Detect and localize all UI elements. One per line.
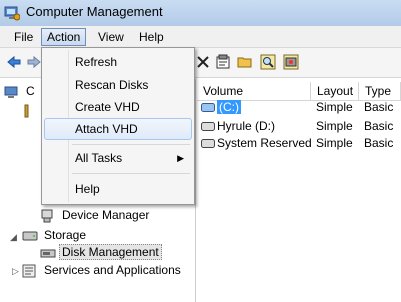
action-menu-dropdown: Refresh Rescan Disks Create VHD Attach V… xyxy=(41,47,195,205)
menu-file[interactable]: File xyxy=(9,28,38,46)
volume-name: (C:) xyxy=(217,100,241,114)
system-tools-icon xyxy=(24,104,29,118)
tree-node-system-tools[interactable] xyxy=(22,101,41,119)
tree-label-disk-management: Disk Management xyxy=(59,244,162,260)
volume-layout: Simple xyxy=(316,136,353,150)
computer-management-icon xyxy=(4,6,20,21)
properties-icon[interactable] xyxy=(215,54,231,70)
forward-arrow-icon[interactable] xyxy=(26,54,42,70)
menu-item-attach-vhd[interactable]: Attach VHD xyxy=(44,118,192,140)
volume-disk-icon xyxy=(201,139,215,149)
volume-layout: Simple xyxy=(316,119,353,133)
menu-action[interactable]: Action xyxy=(41,28,87,46)
table-row[interactable]: System Reserved Simple Basic xyxy=(197,135,401,151)
menu-item-rescan-disks[interactable]: Rescan Disks xyxy=(44,74,192,96)
computer-management-icon xyxy=(4,86,18,98)
tree-item-services-and-applications[interactable]: Services and Applications xyxy=(22,261,184,279)
tree-item-storage[interactable]: Storage xyxy=(22,226,89,244)
services-applications-icon xyxy=(22,264,36,278)
back-arrow-icon[interactable] xyxy=(6,54,22,70)
volume-disk-icon xyxy=(201,122,215,132)
storage-collapse-icon[interactable]: ◢ xyxy=(10,232,17,243)
submenu-arrow-icon: ▶ xyxy=(177,153,184,163)
title-bar: Computer Management xyxy=(0,0,401,26)
tree-item-device-manager[interactable]: Device Manager xyxy=(40,206,152,224)
tree-root[interactable]: C xyxy=(4,82,38,100)
menu-separator xyxy=(72,144,190,145)
menu-help[interactable]: Help xyxy=(134,28,169,46)
tree-label-services-and-applications: Services and Applications xyxy=(44,263,181,277)
open-folder-icon[interactable] xyxy=(237,54,253,70)
tree-item-disk-management[interactable]: Disk Management xyxy=(40,243,162,261)
volume-type: Basic xyxy=(364,100,394,114)
storage-icon xyxy=(22,231,38,241)
menu-item-help[interactable]: Help xyxy=(44,178,192,200)
volume-name: Hyrule (D:) xyxy=(217,119,276,133)
menu-view[interactable]: View xyxy=(93,28,129,46)
table-row[interactable]: Hyrule (D:) Simple Basic xyxy=(197,118,401,134)
volume-type: Basic xyxy=(364,136,394,150)
device-manager-icon xyxy=(41,209,53,223)
menu-bar: File Action View Help xyxy=(0,26,401,48)
menu-item-all-tasks[interactable]: All Tasks ▶ xyxy=(44,147,192,169)
tree-root-label: C xyxy=(26,84,35,98)
tree-label-storage: Storage xyxy=(44,228,87,242)
search-icon[interactable] xyxy=(260,54,276,70)
menu-item-refresh[interactable]: Refresh xyxy=(44,51,192,73)
services-expand-icon[interactable]: ▷ xyxy=(12,266,19,277)
volume-disk-icon xyxy=(201,103,215,113)
table-row[interactable]: (C:) Simple Basic xyxy=(197,99,401,115)
tree-label-device-manager: Device Manager xyxy=(62,208,150,222)
volume-name: System Reserved xyxy=(217,136,312,150)
window-title: Computer Management xyxy=(26,4,163,19)
menu-item-all-tasks-label: All Tasks xyxy=(75,151,123,165)
disk-settings-icon[interactable] xyxy=(283,54,299,70)
delete-icon[interactable] xyxy=(195,54,211,70)
menu-item-create-vhd[interactable]: Create VHD xyxy=(44,96,192,118)
disk-management-icon xyxy=(40,249,56,258)
volume-type: Basic xyxy=(364,119,394,133)
menu-separator xyxy=(72,173,190,174)
volume-list: Volume Layout Type (C:) Simple Basic Hyr… xyxy=(197,79,401,302)
volume-layout: Simple xyxy=(316,100,353,114)
